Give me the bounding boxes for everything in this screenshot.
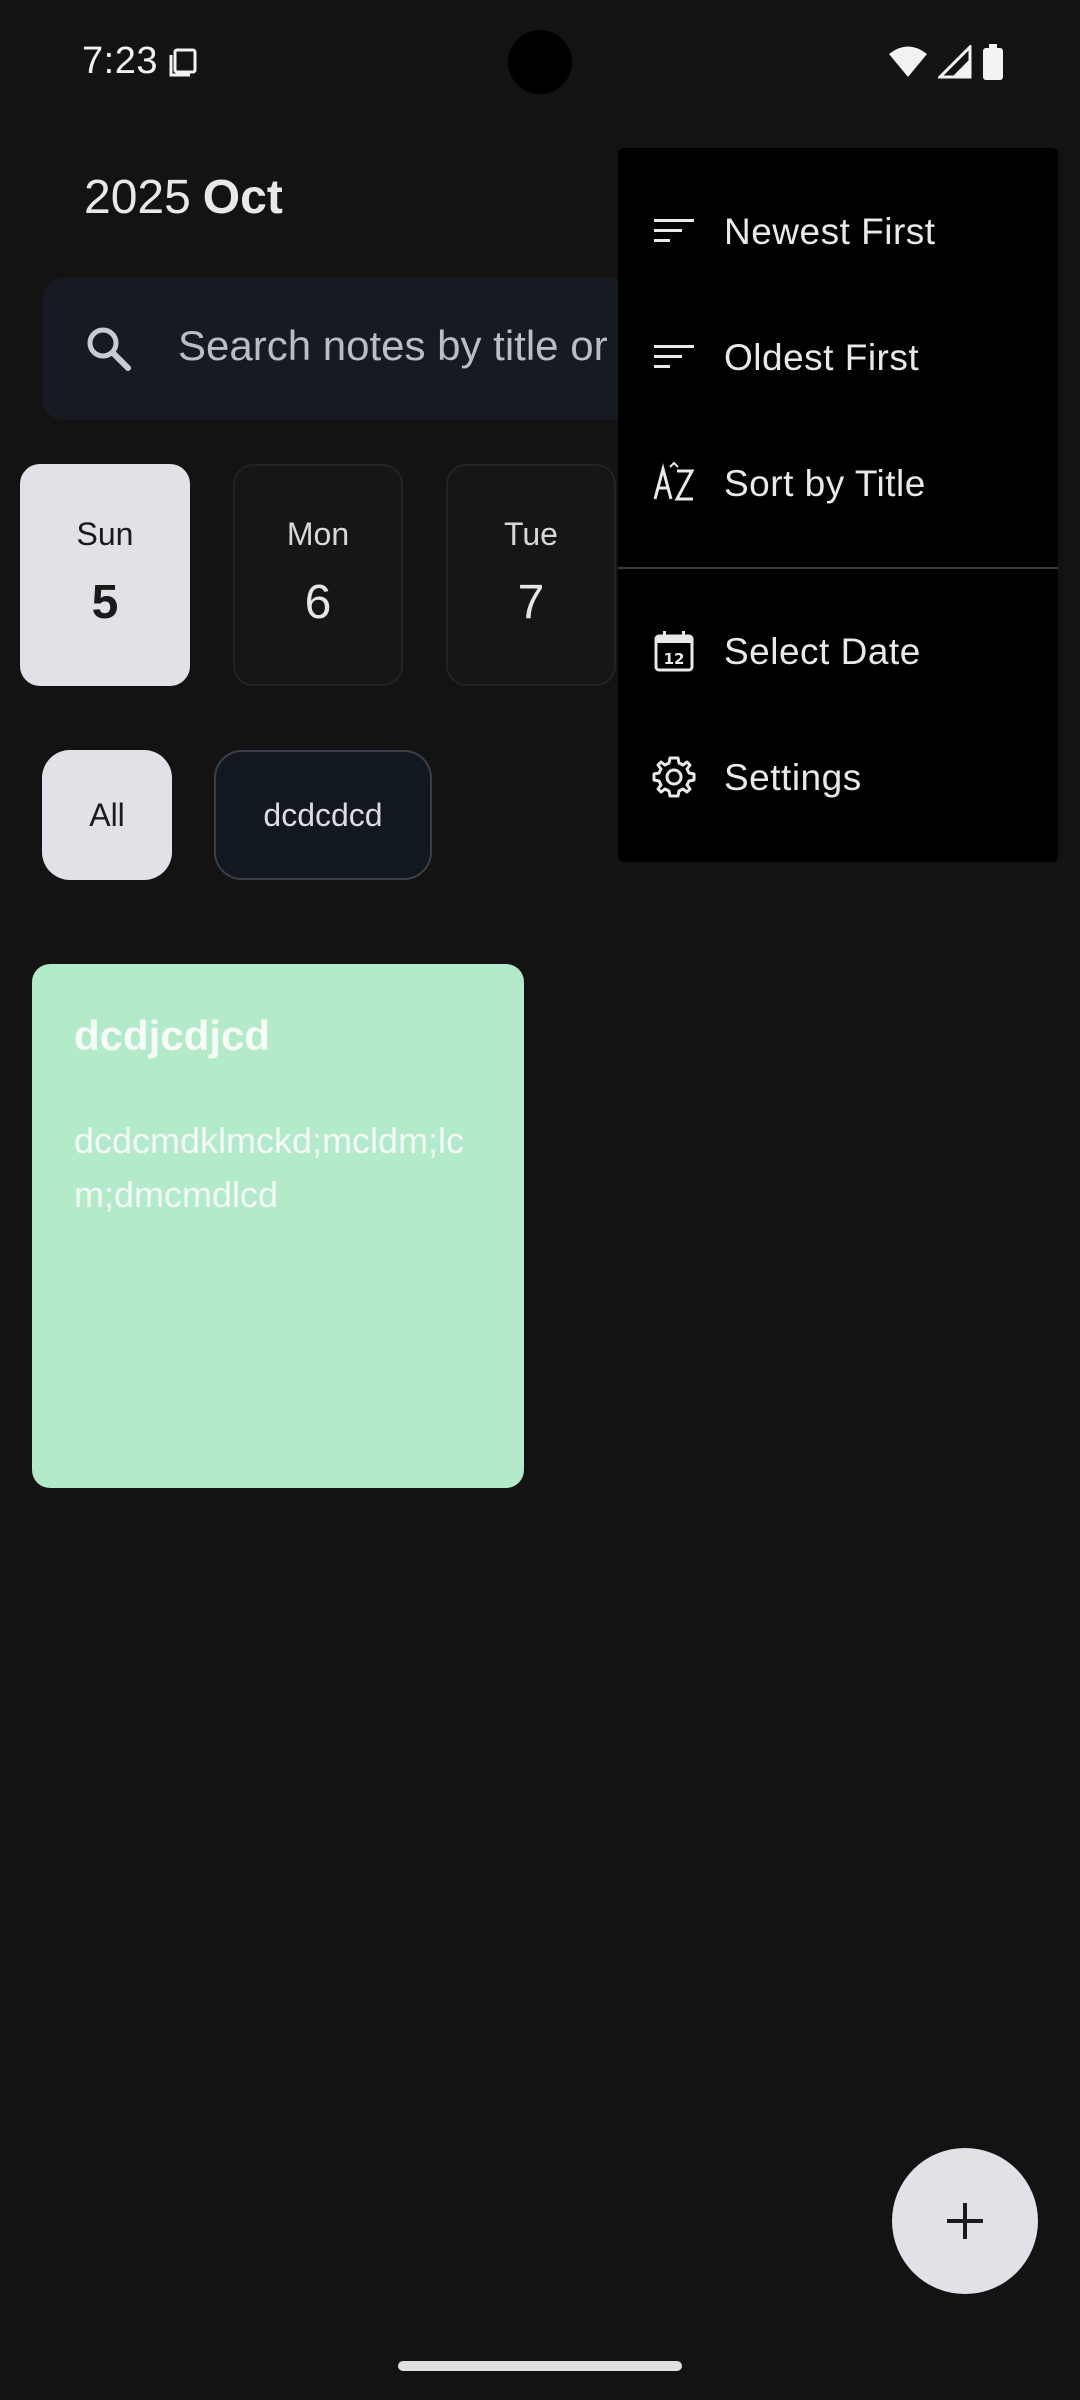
menu-item-label: Newest First bbox=[724, 211, 936, 252]
cellular-icon bbox=[938, 45, 972, 79]
day-number: 5 bbox=[91, 576, 119, 629]
sort-alpha-icon bbox=[653, 461, 695, 501]
menu-item-oldest-first[interactable]: Oldest First bbox=[618, 297, 1058, 417]
day-number: 7 bbox=[517, 576, 545, 629]
filter-chip-all[interactable]: All bbox=[42, 750, 172, 880]
search-placeholder: Search notes by title or bbox=[178, 322, 608, 369]
add-note-button[interactable] bbox=[892, 2148, 1038, 2294]
battery-icon bbox=[983, 44, 1003, 80]
home-indicator[interactable] bbox=[398, 2361, 682, 2371]
menu-item-label: Oldest First bbox=[724, 337, 920, 378]
notification-icon bbox=[169, 48, 197, 77]
day-chip-tue[interactable]: Tue 7 bbox=[446, 464, 616, 686]
header-month: Oct bbox=[202, 171, 283, 224]
plus-icon bbox=[947, 2203, 983, 2239]
sort-icon bbox=[654, 219, 694, 242]
day-label: Mon bbox=[286, 516, 350, 552]
day-number: 6 bbox=[304, 576, 332, 629]
status-time: 7:23 bbox=[82, 40, 158, 82]
wifi-icon bbox=[889, 46, 927, 77]
day-chip-mon[interactable]: Mon 6 bbox=[233, 464, 403, 686]
day-label: Tue bbox=[504, 516, 558, 552]
menu-item-label: Settings bbox=[724, 757, 862, 798]
camera-cutout bbox=[508, 30, 572, 94]
menu-item-newest-first[interactable]: Newest First bbox=[618, 171, 1058, 291]
status-icons bbox=[888, 44, 1004, 80]
status-bar: 7:23 bbox=[0, 0, 1080, 128]
search-icon bbox=[87, 327, 131, 371]
header-year: 2025 bbox=[84, 171, 191, 224]
menu-item-select-date[interactable]: 12 Select Date bbox=[618, 591, 1058, 711]
calendar-icon: 12 bbox=[654, 631, 694, 672]
day-label: Sun bbox=[76, 516, 134, 552]
note-title: dcdjcdjcd bbox=[74, 1012, 271, 1059]
svg-text:12: 12 bbox=[664, 650, 685, 668]
sort-menu: Newest First Oldest First Sort by Title … bbox=[618, 148, 1058, 862]
note-body: dcdcmdklmckd;mcldm;lcm;dmcmdlcd bbox=[74, 1120, 465, 1215]
menu-item-label: Sort by Title bbox=[724, 463, 926, 504]
menu-item-label: Select Date bbox=[724, 631, 921, 672]
day-chip-sun[interactable]: Sun 5 bbox=[20, 464, 190, 686]
menu-item-settings[interactable]: Settings bbox=[618, 717, 1058, 837]
menu-item-sort-by-title[interactable]: Sort by Title bbox=[618, 423, 1058, 543]
note-card[interactable]: dcdjcdjcd dcdcmdklmckd;mcldm;lcm;dmcmdlc… bbox=[32, 964, 524, 1488]
filter-chip-tag[interactable]: dcdcdcd bbox=[214, 750, 432, 880]
page-title: 2025 Oct bbox=[84, 170, 283, 225]
sort-icon bbox=[654, 345, 694, 368]
gear-icon bbox=[652, 756, 696, 798]
menu-divider bbox=[618, 567, 1058, 569]
